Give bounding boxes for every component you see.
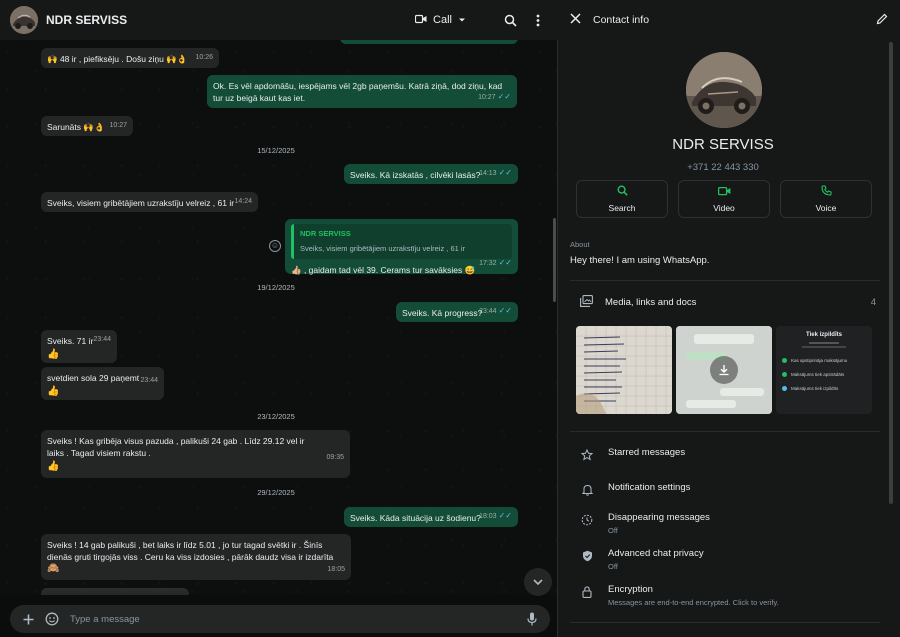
call-label: Call bbox=[433, 14, 452, 26]
read-ticks-icon: ✓✓ bbox=[498, 258, 512, 267]
thumbs-up-emoji: 👍 bbox=[47, 386, 60, 397]
media-label: Media, links and docs bbox=[605, 296, 697, 308]
notification-settings-item[interactable]: Notification settings bbox=[580, 482, 880, 497]
scrollbar[interactable] bbox=[553, 218, 556, 302]
call-button[interactable]: Call bbox=[407, 10, 474, 31]
thumbnail-line bbox=[809, 342, 839, 344]
chevron-down-icon bbox=[533, 575, 543, 589]
thumbnail-step: Maksājums tiek apstrādāts bbox=[782, 372, 866, 377]
video-camera-icon bbox=[717, 186, 731, 199]
message-bubble[interactable]: Sveiks ! 14 gab palikuši , bet laiks ir … bbox=[41, 534, 351, 580]
contact-info-panel: Contact info NDR SERVISS +371 22 443 330 bbox=[558, 0, 900, 637]
emoji-react-icon[interactable]: ☺ bbox=[269, 240, 281, 252]
plus-icon[interactable] bbox=[20, 611, 36, 627]
message-bubble[interactable]: Sveiks. Kā izskatās , cilvēki lasās? 14:… bbox=[344, 164, 518, 184]
message-bubble[interactable]: Sveiks. Kā progress? 23:44 ✓✓ bbox=[396, 302, 518, 322]
date-separator: 29/12/2025 bbox=[257, 488, 295, 497]
thumbs-up-emoji: 👍 bbox=[47, 461, 60, 472]
message-bubble-partial[interactable] bbox=[340, 40, 518, 44]
divider bbox=[570, 431, 880, 432]
chat-title[interactable]: NDR SERVISS bbox=[46, 13, 407, 27]
media-thumbnail-download[interactable] bbox=[676, 326, 772, 414]
message-bubble[interactable]: Sveiks. Kāda situācija uz šodienu? 18:03… bbox=[344, 507, 518, 527]
starred-messages-item[interactable]: Starred messages bbox=[580, 447, 880, 462]
see-no-evil-emoji: 🙈 bbox=[47, 563, 60, 574]
message-bubble[interactable]: svetdien sola 29 paņemt 👍 23:44 bbox=[41, 367, 164, 400]
contact-phone: +371 22 443 330 bbox=[687, 162, 759, 173]
lock-icon bbox=[580, 585, 594, 599]
chat-header[interactable]: NDR SERVISS Call bbox=[0, 0, 558, 40]
read-ticks-icon: ✓✓ bbox=[497, 92, 511, 101]
chevron-down-icon bbox=[458, 14, 466, 26]
search-icon[interactable] bbox=[500, 10, 520, 30]
media-thumbnail[interactable] bbox=[576, 326, 672, 414]
scrollbar[interactable] bbox=[889, 42, 893, 504]
message-bubble-reply[interactable]: NDR SERVISS Sveiks, visiem gribētājiem u… bbox=[285, 219, 518, 275]
date-separator: 15/12/2025 bbox=[257, 146, 295, 155]
phone-icon bbox=[820, 185, 832, 199]
thumbnail-line bbox=[802, 346, 846, 348]
message-bubble[interactable]: Sveiks ! Kas gribēja visus pazuda , pali… bbox=[41, 430, 350, 478]
message-bubble[interactable]: Ok. Es vēl apdomāšu, iespējams vēl 2gb p… bbox=[207, 75, 517, 108]
thumbnail-step: Kas apstiprināja maksājumu bbox=[782, 358, 866, 363]
message-bubble-partial[interactable] bbox=[41, 588, 189, 595]
thumbs-up-emoji: 👍 bbox=[47, 349, 60, 360]
message-bubble[interactable]: Sarunāts 🙌👌 10:27 bbox=[41, 116, 133, 136]
disappearing-messages-item[interactable]: Disappearing messages Off bbox=[580, 512, 880, 535]
voice-call-button[interactable]: Voice bbox=[780, 180, 872, 218]
divider bbox=[570, 280, 880, 281]
about-label: About bbox=[570, 240, 590, 249]
message-bubble[interactable]: Sveiks. 71 ir 👍 23:44 bbox=[41, 330, 117, 363]
message-bubble[interactable]: 🙌 48 ir , piefiksēju . Došu ziņu 🙌👌 10:2… bbox=[41, 48, 219, 68]
thumbnail-step: Maksājums tiek izpildīts bbox=[782, 386, 866, 391]
message-composer[interactable]: Type a message bbox=[10, 605, 550, 633]
close-icon[interactable] bbox=[570, 13, 581, 27]
message-list[interactable]: 🙌 48 ir , piefiksēju . Došu ziņu 🙌👌 10:2… bbox=[0, 40, 552, 595]
panel-title: Contact info bbox=[593, 14, 650, 26]
read-ticks-icon: ✓✓ bbox=[498, 306, 512, 315]
advanced-chat-privacy-item[interactable]: Advanced chat privacy Off bbox=[580, 548, 880, 571]
contact-avatar[interactable] bbox=[686, 52, 762, 128]
read-ticks-icon: ✓✓ bbox=[498, 511, 512, 520]
menu-kebab-icon[interactable] bbox=[528, 10, 548, 30]
contact-info-header: Contact info bbox=[558, 0, 900, 40]
bell-icon bbox=[580, 483, 594, 497]
media-thumbnail[interactable]: Tiek izpildīts Kas apstiprināja maksājum… bbox=[776, 326, 872, 414]
video-camera-icon bbox=[414, 14, 427, 27]
avatar[interactable] bbox=[10, 6, 38, 34]
thumbnail-title: Tiek izpildīts bbox=[806, 332, 842, 338]
date-separator: 23/12/2025 bbox=[257, 412, 295, 421]
read-ticks-icon: ✓✓ bbox=[498, 168, 512, 177]
quoted-message[interactable]: NDR SERVISS Sveiks, visiem gribētājiem u… bbox=[291, 224, 512, 259]
scroll-to-bottom-button[interactable] bbox=[524, 568, 552, 596]
sticker-icon[interactable] bbox=[44, 611, 60, 627]
star-icon bbox=[580, 448, 594, 462]
search-icon bbox=[616, 185, 628, 199]
search-button[interactable]: Search bbox=[576, 180, 668, 218]
edit-pencil-icon[interactable] bbox=[876, 13, 888, 28]
shield-icon bbox=[580, 549, 594, 563]
chat-pane: NDR SERVISS Call 🙌 48 ir , piefiksēju . … bbox=[0, 0, 558, 637]
about-text: Hey there! I am using WhatsApp. bbox=[570, 255, 710, 266]
message-input[interactable]: Type a message bbox=[70, 614, 524, 625]
video-call-button[interactable]: Video bbox=[678, 180, 770, 218]
message-bubble[interactable]: Sveiks, visiem gribētājiem uzrakstīju ve… bbox=[41, 192, 258, 212]
whatsapp-window: NDR SERVISS Call 🙌 48 ir , piefiksēju . … bbox=[0, 0, 900, 637]
contact-name: NDR SERVISS bbox=[672, 136, 774, 153]
timer-icon bbox=[580, 513, 594, 527]
gallery-icon bbox=[580, 294, 593, 310]
microphone-icon[interactable] bbox=[524, 611, 540, 627]
divider bbox=[570, 622, 880, 623]
encryption-item[interactable]: Encryption Messages are end-to-end encry… bbox=[580, 584, 880, 607]
download-icon[interactable] bbox=[710, 356, 738, 384]
date-separator: 19/12/2025 bbox=[257, 283, 295, 292]
media-count: 4 bbox=[870, 296, 876, 308]
media-links-docs-row[interactable]: Media, links and docs 4 bbox=[580, 294, 876, 310]
